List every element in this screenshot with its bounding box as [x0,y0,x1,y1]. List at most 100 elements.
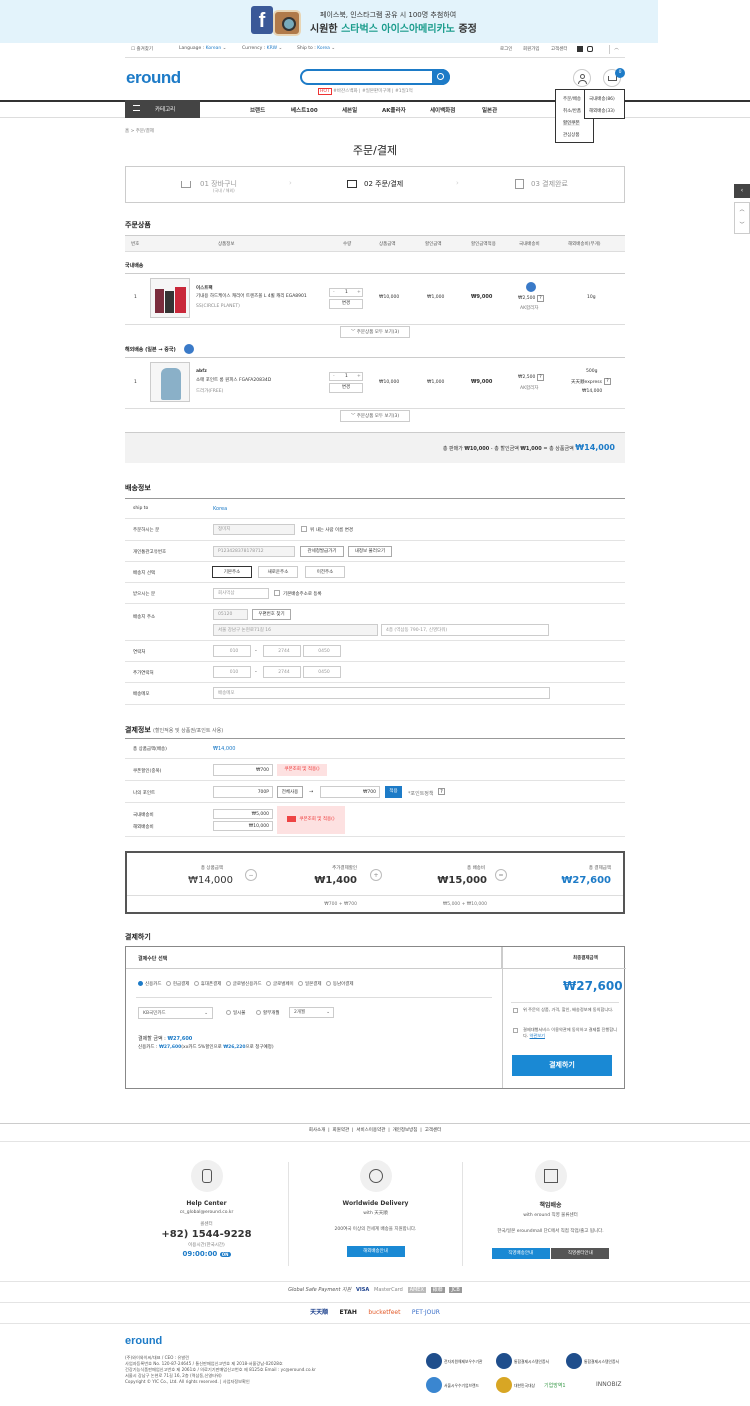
checkbox[interactable] [274,590,280,596]
search-tag[interactable]: #1일1억 [395,89,413,94]
product-name[interactable]: 소매 포인트 롱 원피스 FGAFA20834D [196,377,271,383]
support-link[interactable]: 고객센터 [551,46,568,52]
zipcode-input[interactable]: 05120 [213,609,248,620]
search-icon[interactable] [432,69,450,85]
language-select[interactable]: Language : Korean ⌄ [179,46,226,51]
dropdown-item[interactable]: 주문/배송 [563,96,581,102]
direct-guide-button[interactable]: 직영배송안내 [491,1248,550,1259]
help-icon[interactable]: ? [537,295,544,302]
bookmark-link[interactable]: ☐ 즐겨찾기 [131,46,153,52]
method-radio[interactable]: 동남아결제 [325,981,354,987]
method-radio[interactable]: 글로벌신용카드 [225,981,262,987]
show-more-button[interactable]: ﹀ 주문상품 모두 보기(3) [340,326,410,338]
overseas-guide-button[interactable]: 해외배송안내 [346,1246,405,1257]
phone-part1[interactable]: 010 [213,645,251,657]
phone2-part2[interactable]: 2744 [263,666,301,678]
address-option-previous[interactable]: 이전주소 [305,566,345,578]
address2-input[interactable]: 4층 (역삼동 790-17, 신영타워) [381,624,549,636]
address-option-default[interactable]: 기본주소 [212,566,252,578]
method-radio[interactable]: 신용카드 [138,981,162,987]
dropdown-item[interactable]: 취소/반품 [563,108,581,114]
memo-input[interactable]: 배송메모 [213,687,550,699]
nav-item[interactable]: 세이백화점 [430,106,455,114]
ship-coupon-button[interactable]: 쿠폰조회 및 적용() [277,806,345,834]
center-guide-button[interactable]: 직영센터안내 [551,1248,610,1259]
footer-link[interactable]: 서비스이용약관 [356,1128,385,1133]
scroll-down-icon[interactable]: ﹀ [735,218,749,233]
phone2-part1[interactable]: 010 [213,666,251,678]
quantity-stepper[interactable]: -1 + [329,288,363,297]
use-all-points-button[interactable]: 전체사용 [277,786,303,798]
zipcode-search-button[interactable]: 우편번호 찾기 [252,609,291,620]
scroll-up-icon[interactable]: ︿ [735,203,749,218]
phone2-part3[interactable]: 0450 [303,666,341,678]
method-radio[interactable]: 현금결제 [165,981,189,987]
product-name[interactable]: 기내용 하드케이스 캐리어 트렌즈볼 L 4휠 캐리 EGA8901 [196,293,324,299]
orderer-name-input[interactable]: 정미지 [213,524,295,535]
facebook-icon[interactable] [577,46,583,52]
address-option-new[interactable]: 새로운주소 [258,566,298,578]
customs-issue-button[interactable]: 관세청발급가기 [300,546,344,557]
shipto-select[interactable]: Ship to : Korea ⌄ [297,46,335,51]
recipient-name-input[interactable]: 회사먹삼 [213,588,269,599]
side-expand-button[interactable]: ‹ [734,184,750,198]
footer-link[interactable]: 회사소개 [309,1128,326,1133]
help-icon[interactable]: ? [438,788,445,795]
site-logo[interactable]: eround [126,68,181,88]
phone-part2[interactable]: 2744 [263,645,301,657]
load-info-button[interactable]: 내정보 불러오기 [348,546,392,557]
agree-checkbox-1[interactable] [513,1008,518,1013]
agree-checkbox-2[interactable] [513,1028,518,1033]
points-policy-link[interactable]: *포인트정책 [408,790,434,797]
login-link[interactable]: 로그인 [500,46,512,52]
method-radio[interactable]: 글로벌페이 [266,981,294,987]
category-menu-button[interactable]: 카테고리 [125,100,200,118]
apply-points-button[interactable]: 적용 [385,786,402,798]
coupon-lookup-button[interactable]: 쿠폰조회 및 적용() [277,764,327,776]
phone-part3[interactable]: 0450 [303,645,341,657]
search-tag[interactable]: #일본판미구매 [362,89,391,94]
promo-banner[interactable]: f 페이스북, 인스타그램 공유 시 100명 추첨하여 시원한 스타벅스 아이… [0,0,658,43]
nav-item[interactable]: 브랜드 [250,106,265,114]
collapse-up-icon[interactable]: ︿ [609,45,623,54]
show-more-button[interactable]: ﹀ 주문상품 모두 보기(3) [340,410,410,422]
search-tag[interactable]: #바잔스백화 [333,89,357,94]
nav-item[interactable]: 일본관 [482,106,497,114]
currency-select[interactable]: Currency : KRW ⌄ [242,46,282,51]
months-select[interactable]: 2개월 ⌄ [289,1007,334,1018]
dropdown-item[interactable]: 할인쿠폰 [563,120,580,126]
footer-link[interactable]: 개인정보방침 [393,1128,418,1133]
terms-link[interactable]: 약관보기 [530,1033,545,1038]
dropdown-item[interactable]: 관심상품 [563,132,580,138]
method-radio[interactable]: 일본결제 [298,981,322,987]
nav-item[interactable]: AK플라자 [382,106,406,114]
dropdown-item[interactable]: 국내배송(86) [589,96,615,102]
help-email[interactable]: cs_global@eround.co.kr [125,1210,288,1215]
help-icon[interactable]: ? [537,374,544,381]
nav-item[interactable]: 세븐일 [342,106,357,114]
installment-radio-1[interactable]: 일시불 [226,1010,245,1016]
quantity-stepper[interactable]: -1 + [329,372,363,381]
signup-link[interactable]: 회원가입 [523,46,540,52]
search-input[interactable] [300,69,450,85]
change-qty-button[interactable]: 변경 [329,383,363,393]
product-image[interactable] [150,278,190,318]
points-use-input[interactable]: ₩700 [320,786,380,798]
nav-item[interactable]: 베스트100 [291,106,318,114]
checkbox[interactable] [301,526,307,532]
product-image[interactable] [150,362,190,402]
pay-button[interactable]: 결제하기 [512,1055,612,1076]
coupon-amount[interactable]: ₩700 [213,764,273,776]
installment-radio-2[interactable]: 할부개월 [256,1010,280,1016]
change-qty-button[interactable]: 변경 [329,299,363,309]
instagram-icon[interactable] [587,46,593,52]
footer-link[interactable]: 회원약관 [333,1128,350,1133]
help-icon[interactable]: ? [604,378,611,385]
customs-id-input[interactable]: P123428378178712 [213,546,295,557]
card-select[interactable]: KB국민카드 ⌄ [138,1007,213,1019]
user-icon[interactable] [573,69,591,87]
footer-link[interactable]: 고객센터 [425,1128,442,1133]
dropdown-item[interactable]: 해외배송(33) [589,108,615,114]
method-radio[interactable]: 휴대폰결제 [193,981,221,987]
address1-input[interactable]: 서울 강남구 논현로71길 16 [213,624,378,636]
